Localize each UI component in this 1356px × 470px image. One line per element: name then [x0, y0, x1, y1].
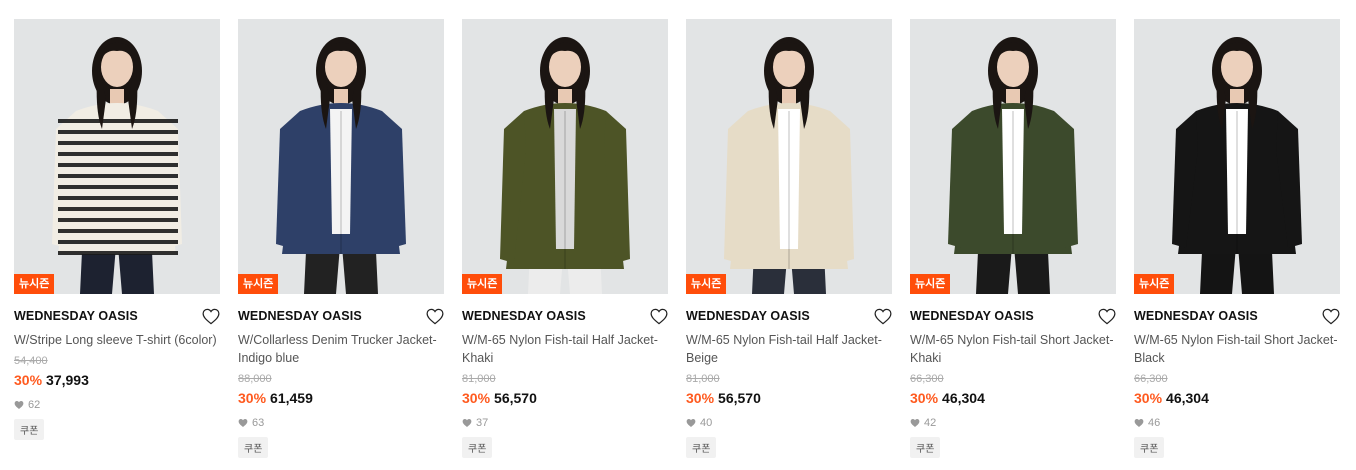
product-image[interactable]: 뉴시즌	[238, 19, 444, 294]
model-photo	[1134, 19, 1340, 294]
discount-rate: 30%	[14, 372, 43, 388]
model-photo	[14, 19, 220, 294]
product-image[interactable]: 뉴시즌	[686, 19, 892, 294]
new-season-badge: 뉴시즌	[238, 274, 279, 294]
product-card[interactable]: 뉴시즌 WEDNESDAY OASIS W/M-65 Nylon Fish-ta…	[1134, 19, 1340, 458]
product-card[interactable]: 뉴시즌 WEDNESDAY OASIS W/M-65 Nylon Fish-ta…	[686, 19, 892, 458]
original-price: 88,000	[238, 373, 272, 385]
sale-price: 61,459	[270, 390, 313, 406]
new-season-badge: 뉴시즌	[14, 274, 55, 294]
coupon-tag: 쿠폰	[1134, 437, 1165, 458]
heart-icon[interactable]	[874, 308, 892, 325]
heart-filled-icon	[1134, 419, 1144, 427]
like-count-value: 62	[28, 399, 41, 411]
model-photo	[238, 19, 444, 294]
heart-filled-icon	[686, 419, 696, 427]
sale-price: 46,304	[1166, 390, 1209, 406]
product-image[interactable]: 뉴시즌	[1134, 19, 1340, 294]
model-photo	[910, 19, 1116, 294]
brand-name[interactable]: WEDNESDAY OASIS	[910, 309, 1034, 323]
brand-name[interactable]: WEDNESDAY OASIS	[462, 309, 586, 323]
new-season-badge: 뉴시즌	[1134, 274, 1175, 294]
coupon-tag: 쿠폰	[14, 419, 45, 440]
price-row: 30% 56,570	[686, 390, 892, 406]
heart-icon[interactable]	[426, 308, 444, 325]
brand-name[interactable]: WEDNESDAY OASIS	[686, 309, 810, 323]
heart-icon[interactable]	[202, 308, 220, 325]
price-row: 30% 56,570	[462, 390, 668, 406]
product-grid: 뉴시즌 WEDNESDAY OASIS W/Stripe Long sleeve…	[14, 19, 1340, 458]
like-count: 42	[910, 417, 1116, 429]
sale-price: 56,570	[718, 390, 761, 406]
coupon-tag: 쿠폰	[462, 437, 493, 458]
original-price: 66,300	[910, 373, 944, 385]
original-price: 66,300	[1134, 373, 1168, 385]
product-card[interactable]: 뉴시즌 WEDNESDAY OASIS W/M-65 Nylon Fish-ta…	[910, 19, 1116, 458]
product-name[interactable]: W/M-65 Nylon Fish-tail Half Jacket-Khaki	[462, 331, 668, 367]
product-card[interactable]: 뉴시즌 WEDNESDAY OASIS W/Collarless Denim T…	[238, 19, 444, 458]
sale-price: 56,570	[494, 390, 537, 406]
heart-filled-icon	[462, 419, 472, 427]
heart-filled-icon	[14, 401, 24, 409]
product-name[interactable]: W/Stripe Long sleeve T-shirt (6color)	[14, 331, 220, 349]
like-count-value: 37	[476, 417, 489, 429]
like-count: 63	[238, 417, 444, 429]
price-row: 30% 46,304	[910, 390, 1116, 406]
heart-icon[interactable]	[650, 308, 668, 325]
new-season-badge: 뉴시즌	[686, 274, 727, 294]
product-name[interactable]: W/M-65 Nylon Fish-tail Half Jacket-Beige	[686, 331, 892, 367]
new-season-badge: 뉴시즌	[462, 274, 503, 294]
original-price: 54,400	[14, 355, 48, 367]
brand-name[interactable]: WEDNESDAY OASIS	[14, 309, 138, 323]
coupon-tag: 쿠폰	[910, 437, 941, 458]
like-count-value: 46	[1148, 417, 1161, 429]
heart-filled-icon	[910, 419, 920, 427]
product-name[interactable]: W/M-65 Nylon Fish-tail Short Jacket-Blac…	[1134, 331, 1340, 367]
product-name[interactable]: W/M-65 Nylon Fish-tail Short Jacket-Khak…	[910, 331, 1116, 367]
like-count: 37	[462, 417, 668, 429]
discount-rate: 30%	[462, 390, 491, 406]
heart-filled-icon	[238, 419, 248, 427]
price-row: 30% 61,459	[238, 390, 444, 406]
product-card[interactable]: 뉴시즌 WEDNESDAY OASIS W/Stripe Long sleeve…	[14, 19, 220, 458]
like-count-value: 40	[700, 417, 713, 429]
discount-rate: 30%	[910, 390, 939, 406]
like-count-value: 63	[252, 417, 265, 429]
discount-rate: 30%	[686, 390, 715, 406]
product-image[interactable]: 뉴시즌	[462, 19, 668, 294]
coupon-tag: 쿠폰	[686, 437, 717, 458]
product-image[interactable]: 뉴시즌	[14, 19, 220, 294]
brand-name[interactable]: WEDNESDAY OASIS	[1134, 309, 1258, 323]
original-price: 81,000	[686, 373, 720, 385]
model-photo	[686, 19, 892, 294]
discount-rate: 30%	[238, 390, 267, 406]
new-season-badge: 뉴시즌	[910, 274, 951, 294]
sale-price: 46,304	[942, 390, 985, 406]
product-name[interactable]: W/Collarless Denim Trucker Jacket-Indigo…	[238, 331, 444, 367]
like-count: 46	[1134, 417, 1340, 429]
product-image[interactable]: 뉴시즌	[910, 19, 1116, 294]
brand-name[interactable]: WEDNESDAY OASIS	[238, 309, 362, 323]
heart-icon[interactable]	[1098, 308, 1116, 325]
price-row: 30% 37,993	[14, 372, 220, 388]
price-row: 30% 46,304	[1134, 390, 1340, 406]
like-count-value: 42	[924, 417, 937, 429]
heart-icon[interactable]	[1322, 308, 1340, 325]
model-photo	[462, 19, 668, 294]
product-card[interactable]: 뉴시즌 WEDNESDAY OASIS W/M-65 Nylon Fish-ta…	[462, 19, 668, 458]
like-count: 40	[686, 417, 892, 429]
like-count: 62	[14, 399, 220, 411]
coupon-tag: 쿠폰	[238, 437, 269, 458]
sale-price: 37,993	[46, 372, 89, 388]
original-price: 81,000	[462, 373, 496, 385]
discount-rate: 30%	[1134, 390, 1163, 406]
